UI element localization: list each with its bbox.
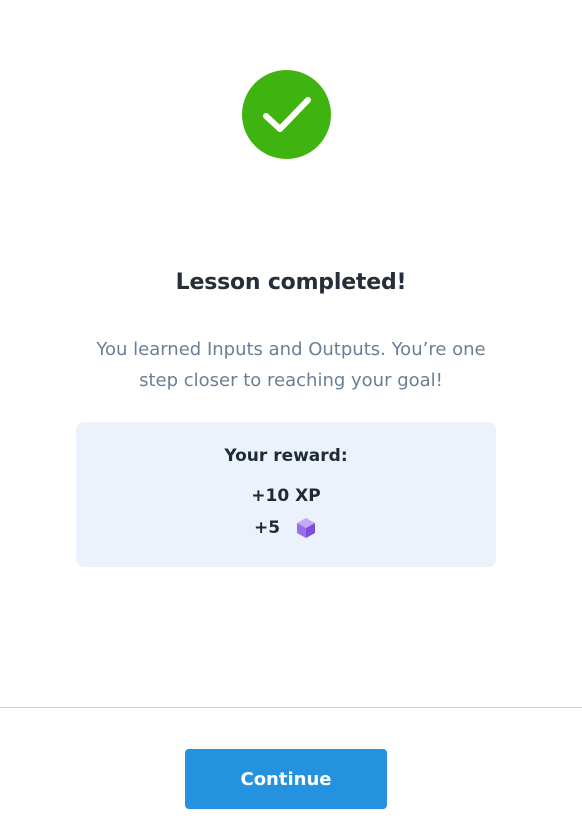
gem-cube-icon [296, 517, 316, 539]
continue-button[interactable]: Continue [185, 749, 387, 809]
lesson-complete-screen: Lesson completed! You learned Inputs and… [0, 0, 582, 835]
completion-message: You learned Inputs and Outputs. You’re o… [96, 339, 486, 391]
reward-gems-amount: +5 [253, 518, 281, 538]
reward-card: Your reward: +10 XP +5 [76, 422, 496, 567]
reward-xp: +10 XP [251, 486, 321, 506]
checkmark-icon [242, 70, 331, 159]
footer-divider [0, 707, 582, 708]
reward-title: Your reward: [224, 446, 348, 466]
reward-gems: +5 [76, 517, 496, 539]
page-title: Lesson completed! [175, 270, 407, 295]
